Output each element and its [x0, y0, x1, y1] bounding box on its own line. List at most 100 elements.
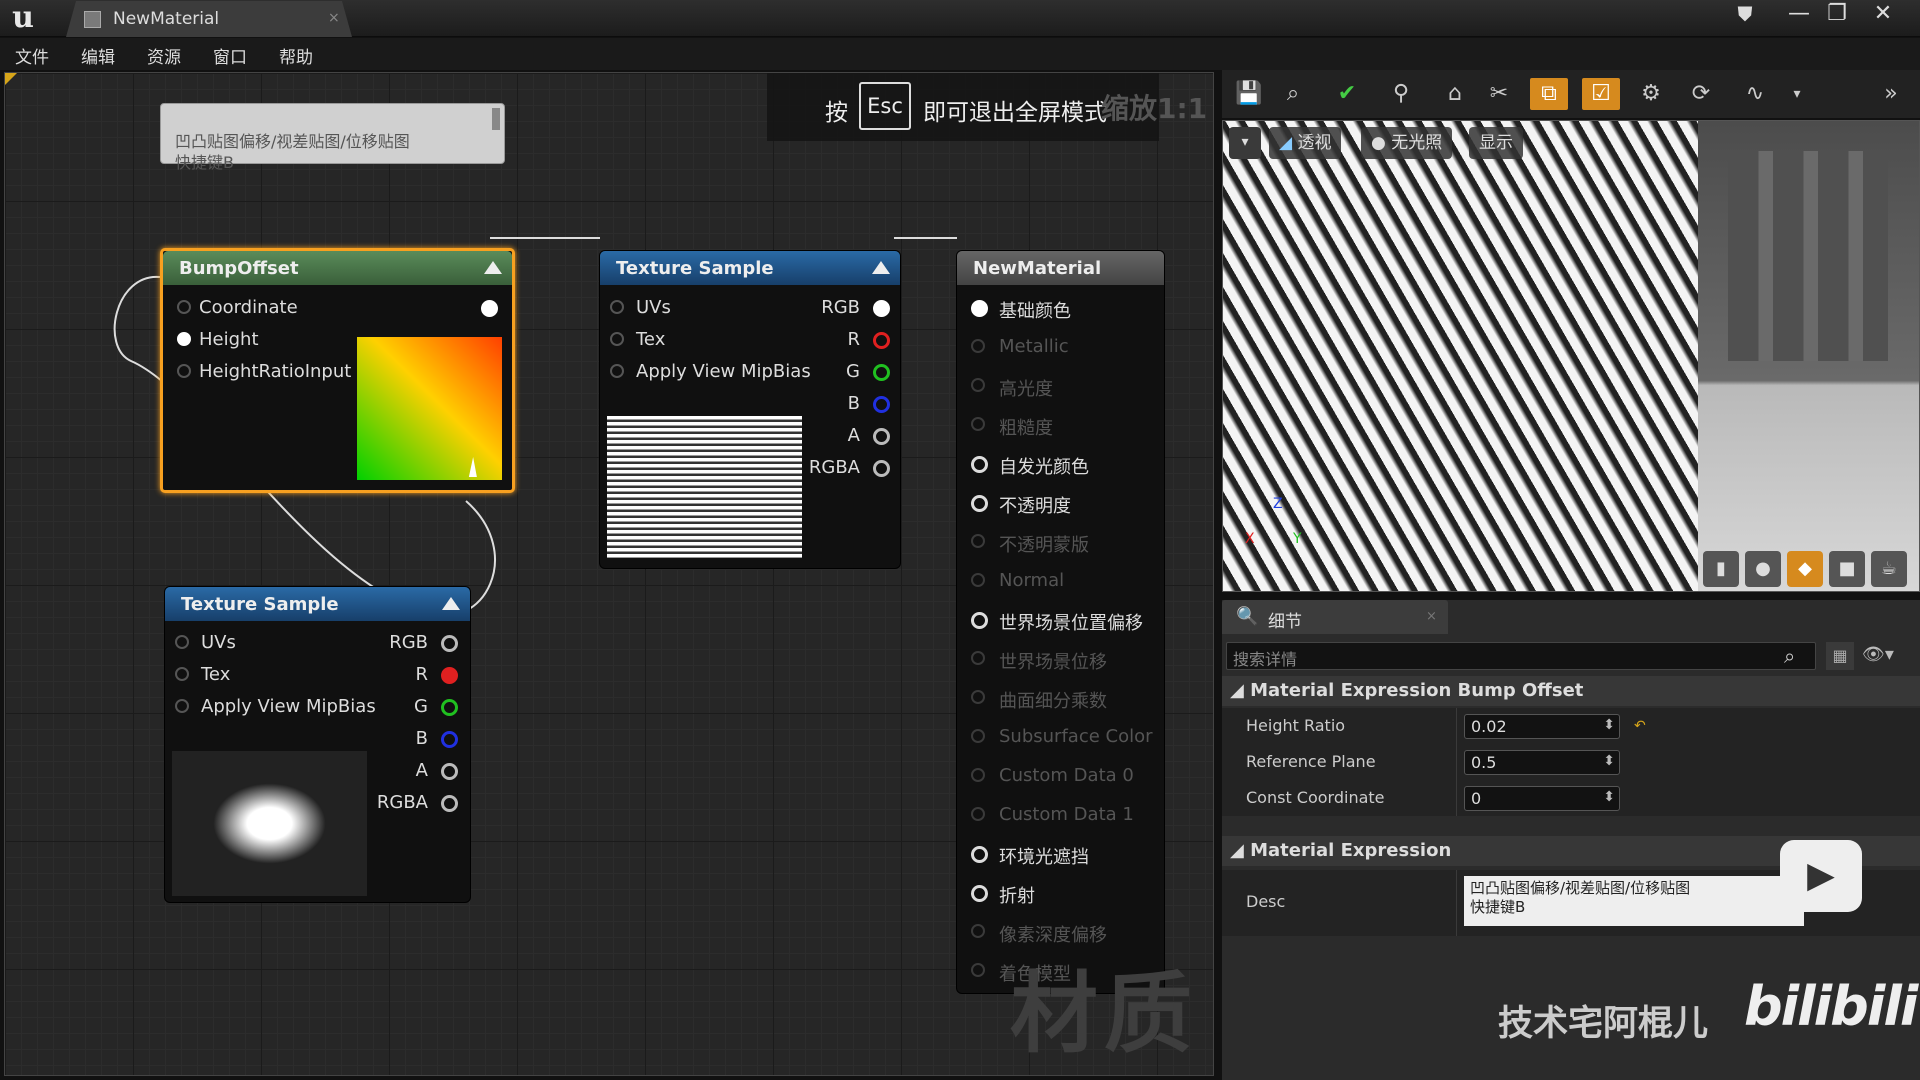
show-button[interactable]: 显示 — [1469, 127, 1523, 159]
input-pin-icon[interactable] — [175, 635, 189, 649]
input-pin-icon[interactable] — [610, 364, 624, 378]
spin-arrow-icon[interactable]: ⬍ — [1603, 717, 1615, 733]
output-pin-icon[interactable] — [873, 460, 890, 477]
home-icon[interactable]: ⌂ — [1436, 78, 1474, 110]
search-graph-icon[interactable]: ⚲ — [1382, 78, 1420, 110]
teapot-icon[interactable]: ☕ — [1871, 551, 1907, 587]
collapse-arrow-icon[interactable] — [872, 261, 890, 274]
input-pin-icon[interactable] — [177, 300, 191, 314]
node-header[interactable]: Texture Sample — [165, 587, 470, 621]
output-pin-icon[interactable] — [481, 300, 498, 317]
browse-icon[interactable]: ⌕ — [1274, 78, 1312, 110]
input-pin-icon[interactable] — [175, 667, 189, 681]
collapse-arrow-icon[interactable] — [484, 261, 502, 274]
input-pin-icon[interactable] — [971, 417, 985, 431]
output-pin-icon[interactable] — [873, 428, 890, 445]
live-update-icon[interactable]: ⟳ — [1682, 78, 1720, 110]
reference-plane-field[interactable]: 0.5 ⬍ — [1464, 750, 1620, 775]
viewport-options-button[interactable]: ▾ — [1229, 127, 1261, 159]
output-pin-icon[interactable] — [873, 396, 890, 413]
apply-icon[interactable]: ✔ — [1328, 78, 1366, 110]
maximize-button[interactable]: ❐ — [1820, 2, 1854, 28]
input-pin-icon[interactable] — [971, 612, 988, 629]
input-pin-icon[interactable] — [175, 699, 189, 713]
menu-edit[interactable]: 编辑 — [81, 43, 115, 68]
input-pin-icon[interactable] — [971, 534, 985, 548]
input-pin-icon[interactable] — [971, 573, 985, 587]
property-matrix-icon[interactable]: ▦ — [1826, 642, 1854, 670]
comment-bubble[interactable]: 凹凸贴图偏移/视差贴图/位移贴图 快捷键B — [160, 103, 505, 172]
close-window-button[interactable]: ✕ — [1866, 2, 1900, 28]
output-pin-icon[interactable] — [441, 667, 458, 684]
output-pin-icon[interactable] — [441, 635, 458, 652]
output-pin-icon[interactable] — [441, 795, 458, 812]
input-pin-icon[interactable] — [971, 768, 985, 782]
sphere-icon[interactable]: ● — [1745, 551, 1781, 587]
chevron-down-icon[interactable]: ▾ — [1778, 78, 1816, 110]
input-pin-icon[interactable] — [971, 690, 985, 704]
input-pin-icon[interactable] — [971, 846, 988, 863]
texture-sample-node[interactable]: Texture Sample UVs Tex Apply View MipBia… — [165, 587, 470, 902]
output-pin-icon[interactable] — [873, 300, 890, 317]
output-pin-icon[interactable] — [441, 763, 458, 780]
spin-arrow-icon[interactable]: ⬍ — [1603, 753, 1615, 769]
minimize-button[interactable]: — — [1782, 2, 1816, 28]
clean-up-icon[interactable]: ✂ — [1480, 78, 1518, 110]
collapse-arrow-icon[interactable] — [442, 597, 460, 610]
category-bump-offset[interactable]: ◢ Material Expression Bump Offset — [1222, 676, 1920, 706]
input-pin-icon[interactable] — [971, 885, 988, 902]
preview-viewport[interactable]: ▾ ◢ 透视 ● 无光照 显示 Z X Y ▮ ● ◆ ■ ☕ — [1222, 120, 1920, 592]
comment-pin-icon[interactable] — [492, 108, 500, 130]
node-header[interactable]: BumpOffset — [163, 251, 512, 285]
input-pin-icon[interactable] — [971, 339, 985, 353]
save-icon[interactable]: 💾 — [1230, 78, 1268, 110]
tab-newmaterial[interactable]: NewMaterial × — [66, 1, 352, 37]
input-pin-icon[interactable] — [177, 364, 191, 378]
node-header[interactable]: NewMaterial — [957, 251, 1164, 285]
feedback-icon[interactable]: ⛊ — [1727, 2, 1763, 28]
connectors-icon[interactable]: ⧉ — [1530, 78, 1568, 110]
search-input[interactable]: 搜索详情 — [1226, 642, 1816, 670]
input-pin-icon[interactable] — [971, 924, 985, 938]
output-pin-icon[interactable] — [441, 731, 458, 748]
input-pin-icon[interactable] — [971, 495, 988, 512]
material-graph-canvas[interactable]: 按 Esc 即可退出全屏模式 缩放1:1 凹凸贴图偏移/视差贴图/位移贴图 快捷… — [4, 72, 1214, 1076]
perspective-button[interactable]: ◢ 透视 — [1269, 127, 1342, 159]
height-ratio-field[interactable]: 0.02 ⬍ — [1464, 714, 1620, 739]
live-preview-icon[interactable]: ☑ — [1582, 78, 1620, 110]
expand-toolbar-icon[interactable]: » — [1872, 78, 1910, 110]
view-options-icon[interactable]: 👁▾ — [1862, 644, 1894, 665]
input-pin-icon[interactable] — [971, 456, 988, 473]
tab-details[interactable]: 🔍 细节 × — [1222, 600, 1448, 634]
texture-sample-node[interactable]: Texture Sample UVs Tex Apply View MipBia… — [600, 251, 900, 568]
node-header[interactable]: Texture Sample — [600, 251, 900, 285]
close-icon[interactable]: × — [1426, 609, 1437, 624]
menu-file[interactable]: 文件 — [15, 43, 49, 68]
output-pin-icon[interactable] — [441, 699, 458, 716]
menu-window[interactable]: 窗口 — [213, 43, 247, 68]
plane-icon[interactable]: ◆ — [1787, 551, 1823, 587]
input-pin-icon[interactable] — [971, 651, 985, 665]
material-result-node[interactable]: NewMaterial 基础颜色 Metallic 高光度 粗糙度 自发光颜色 不透明度不… — [957, 251, 1164, 993]
input-pin-icon[interactable] — [971, 300, 988, 317]
const-coordinate-field[interactable]: 0 ⬍ — [1464, 786, 1620, 811]
input-pin-icon[interactable] — [971, 963, 985, 977]
input-pin-icon[interactable] — [177, 332, 191, 346]
output-pin-icon[interactable] — [873, 332, 890, 349]
live-nodes-icon[interactable]: ⚙ — [1632, 78, 1670, 110]
bumpoffset-node[interactable]: BumpOffset Coordinate Height HeightRatio… — [160, 248, 515, 493]
menu-asset[interactable]: 资源 — [147, 43, 181, 68]
input-pin-icon[interactable] — [971, 729, 985, 743]
cylinder-icon[interactable]: ▮ — [1703, 551, 1739, 587]
desc-field[interactable]: 凹凸贴图偏移/视差贴图/位移贴图 快捷键B — [1464, 876, 1804, 926]
menu-help[interactable]: 帮助 — [279, 43, 313, 68]
tab-close-icon[interactable]: × — [328, 10, 340, 26]
output-pin-icon[interactable] — [873, 364, 890, 381]
stats-icon[interactable]: ∿ — [1736, 78, 1774, 110]
lit-mode-button[interactable]: ● 无光照 — [1361, 127, 1453, 159]
input-pin-icon[interactable] — [610, 332, 624, 346]
input-pin-icon[interactable] — [971, 807, 985, 821]
cube-icon[interactable]: ■ — [1829, 551, 1865, 587]
reset-to-default-icon[interactable]: ↶ — [1634, 718, 1646, 734]
unreal-logo-icon[interactable]: u — [6, 2, 40, 34]
